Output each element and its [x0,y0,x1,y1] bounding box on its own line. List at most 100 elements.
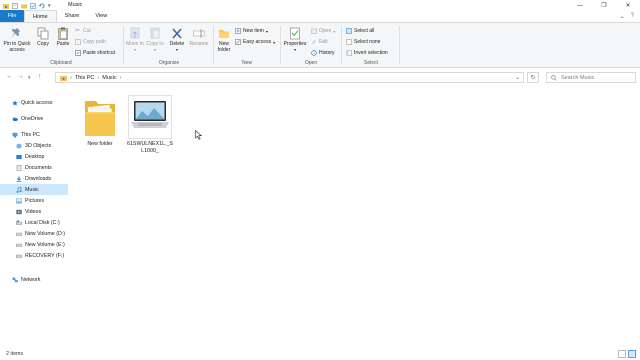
select-all-icon [346,28,352,34]
divider [123,26,124,64]
laptop-image-thumbnail [128,95,172,139]
refresh-button[interactable]: ↻ [527,72,539,83]
copy-to-button[interactable]: Copy to ▾ [145,27,165,53]
delete-x-icon [172,28,182,39]
easy-access-chevron-icon: ▾ [273,39,276,45]
clipboard-group: Pin to Quick access Copy Paste ✂ Cut Cop… [0,25,122,67]
divider [341,26,342,64]
copy-path-button[interactable]: Copy path [75,39,106,45]
properties-icon[interactable] [12,2,18,9]
ribbon: Pin to Quick access Copy Paste ✂ Cut Cop… [0,23,640,68]
sidebar-item-videos[interactable]: Videos [0,206,68,217]
new-folder-icon [219,30,229,38]
picture-icon [16,198,22,203]
tab-home[interactable]: Home [24,10,57,22]
cube-icon [16,143,22,149]
desktop-icon [16,154,22,159]
collapse-ribbon-icon[interactable]: ⌄ [620,13,625,20]
large-icons-view-button[interactable] [628,350,636,358]
minimize-button[interactable]: — [568,0,592,11]
select-none-button[interactable]: Select none [346,39,380,45]
sidebar-item-documents[interactable]: Documents [0,162,68,173]
open-button[interactable]: Open ▾ [311,28,335,34]
new-group: New folder New item ▾ Easy access ▾ New [215,25,279,67]
sidebar-item-new-volume-d[interactable]: New Volume (D:) [0,228,68,239]
properties-button[interactable]: Properties ▾ [282,27,308,53]
delete-chevron-icon: ▾ [175,47,178,52]
pin-to-quick-access-button[interactable]: Pin to Quick access [3,27,31,53]
window-title: Music [68,2,83,8]
open-icon [311,28,317,34]
breadcrumb-separator-icon: › [119,74,122,81]
maximize-button[interactable]: ❐ [592,0,616,11]
drive-icon [16,254,22,258]
sidebar-item-new-volume-e[interactable]: New Volume (E:) [0,239,68,250]
select-all-button[interactable]: Select all [346,28,374,34]
breadcrumb-this-pc[interactable]: This PC [75,75,95,81]
address-bar[interactable]: › This PC › Music › ⌄ [55,72,524,83]
new-item-button[interactable]: New item ▾ [235,28,268,34]
sidebar-item-network[interactable]: Network [0,274,68,285]
easy-access-button[interactable]: Easy access ▾ [235,39,275,45]
sidebar-item-local-disk-c[interactable]: Local Disk (C:) [0,217,68,228]
invert-selection-icon [346,50,352,56]
recent-locations-chevron-icon[interactable]: ▾ [28,75,31,81]
new-folder-button[interactable]: New folder [215,27,233,53]
search-input[interactable]: Search Music [546,72,636,83]
cut-button[interactable]: ✂ Cut [75,28,91,34]
open-chevron-icon: ▾ [333,28,336,34]
rename-button[interactable]: Rename [188,27,210,47]
copy-to-icon [150,27,160,39]
history-button[interactable]: History [311,50,335,56]
address-history-chevron-icon[interactable]: ⌄ [515,74,520,81]
drive-icon [16,232,22,236]
tab-view[interactable]: View [87,10,115,22]
document-icon [16,164,22,171]
navigation-pane: Quick access OneDrive This PC 3D Objects… [0,89,68,347]
music-icon [16,186,22,193]
open-group: Properties ▾ Open ▾ Edit History Open [282,25,340,67]
paste-button[interactable]: Paste [53,27,73,47]
copy-path-icon [75,39,81,45]
customize-qa-chevron-icon[interactable]: ▾ [48,3,51,9]
scissors-icon: ✂ [75,28,81,34]
back-arrow-icon[interactable]: ← [6,73,13,80]
delete-button[interactable]: Delete ▾ [167,27,187,53]
drive-icon [16,243,22,247]
refresh-icon: ↻ [530,75,536,81]
help-icon[interactable]: ? [631,13,634,19]
paste-shortcut-button[interactable]: Paste shortcut [75,50,115,56]
sidebar-item-this-pc[interactable]: This PC [0,129,68,140]
sidebar-item-3d-objects[interactable]: 3D Objects [0,140,68,151]
edit-button[interactable]: Edit [311,39,328,45]
new-item-icon [235,28,241,34]
breadcrumb-music[interactable]: Music [102,75,116,81]
history-icon [311,50,317,56]
clipboard-label: Clipboard [50,60,72,66]
sidebar-item-recovery-f[interactable]: RECOVERY (F:) [0,250,68,261]
properties-chevron-icon: ▾ [293,47,296,52]
sidebar-item-quick-access[interactable]: Quick access [0,97,68,108]
sidebar-item-music[interactable]: Music [0,184,68,195]
sidebar-item-desktop[interactable]: Desktop [0,151,68,162]
tab-file[interactable]: File [0,10,24,22]
move-to-chevron-icon: ▾ [133,47,136,52]
move-to-button[interactable]: Move to ▾ [125,27,145,53]
invert-selection-button[interactable]: Invert selection [346,50,388,56]
copy-button[interactable]: Copy [33,27,53,47]
network-icon [12,277,18,282]
forward-arrow-icon[interactable]: → [17,73,24,80]
undo-icon[interactable] [39,3,45,9]
file-item-new-folder[interactable]: New folder [76,95,124,148]
details-view-button[interactable] [618,350,626,358]
new-folder-qa-icon[interactable] [21,3,27,9]
up-arrow-icon[interactable]: ↑ [38,73,42,80]
divider [213,26,214,64]
checkbox-icon[interactable] [30,2,36,9]
sidebar-item-onedrive[interactable]: OneDrive [0,113,68,124]
file-item-image[interactable]: 61SWULNEX1L._S L1000_ [126,95,174,155]
sidebar-item-downloads[interactable]: Downloads [0,173,68,184]
sidebar-item-pictures[interactable]: Pictures [0,195,68,206]
drive-icon [16,220,22,225]
tab-share[interactable]: Share [57,10,88,22]
